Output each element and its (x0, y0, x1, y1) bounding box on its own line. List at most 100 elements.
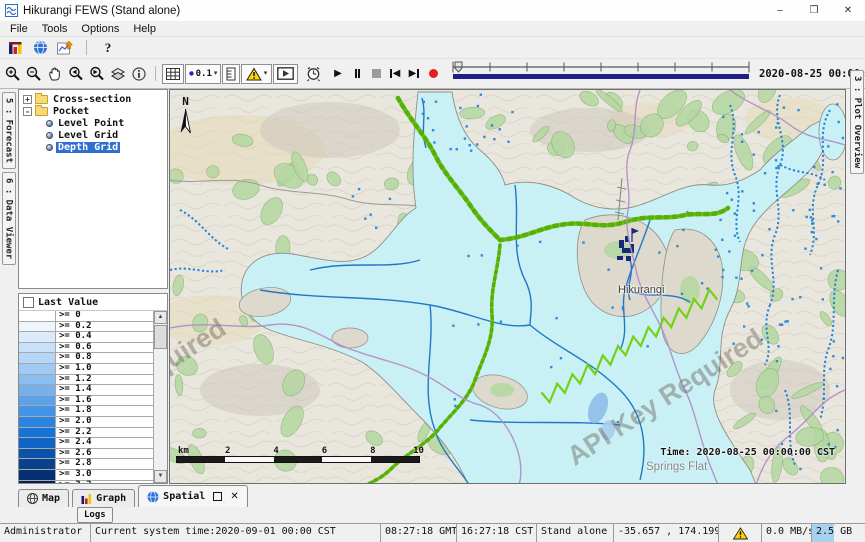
record-button[interactable] (424, 65, 442, 83)
scroll-up-icon[interactable]: ▲ (154, 311, 167, 324)
maximize-button[interactable]: ❐ (797, 0, 831, 21)
menu-item[interactable]: Help (126, 22, 163, 36)
scroll-down-icon[interactable]: ▼ (154, 470, 167, 483)
tree-item-label[interactable]: Pocket (51, 106, 91, 117)
grid-cell-dot (370, 213, 372, 215)
close-pane-icon[interactable]: ✕ (230, 492, 238, 502)
timeseries-dialog-button[interactable] (56, 39, 74, 57)
step-back-button[interactable]: ◀ (386, 65, 404, 83)
grid-cell-dot (560, 357, 562, 359)
legend-row[interactable]: >= 2.0 (19, 417, 153, 428)
grid-cell-dot (824, 184, 826, 186)
last-value-checkbox[interactable] (23, 297, 34, 308)
legend-color-swatch (19, 332, 56, 342)
grid-cell-dot (741, 190, 743, 192)
grid-cell-dot (799, 468, 801, 470)
legend-color-swatch (19, 428, 56, 438)
animation-dialog-button[interactable] (273, 64, 298, 84)
grid-cell-dot (459, 107, 461, 109)
grid-cell-dot (815, 238, 817, 240)
help-button[interactable]: ? (99, 39, 117, 57)
info-button[interactable] (129, 64, 149, 84)
node-bullet-icon (46, 120, 53, 127)
float-pane-icon[interactable] (213, 492, 222, 501)
play-button[interactable]: ▶ (329, 65, 347, 83)
grid-cell-dot (735, 277, 737, 279)
legend-row[interactable]: >= 3.2 (19, 481, 153, 484)
menu-bar: FileToolsOptionsHelp (0, 21, 865, 36)
grid-cell-dot (721, 276, 723, 278)
stop-button[interactable] (367, 65, 385, 83)
zoom-next-button[interactable] (87, 64, 107, 84)
grid-cell-dot (761, 339, 763, 341)
layers-button[interactable] (108, 64, 128, 84)
pause-icon (355, 69, 357, 78)
grid-cell-dot (555, 317, 557, 319)
legend-row[interactable]: >= 3.0 (19, 470, 153, 481)
status-warning-cell[interactable] (718, 524, 761, 542)
tree-item[interactable]: - Pocket (19, 105, 167, 117)
timeline-slider[interactable] (449, 60, 753, 87)
grid-cell-dot (456, 148, 458, 150)
tab-spatial[interactable]: Spatial ✕ (138, 485, 248, 507)
scroll-thumb[interactable] (154, 325, 167, 349)
tree-item[interactable]: Level Point (19, 117, 167, 129)
legend-row-label: >= 1.8 (56, 406, 92, 416)
tree-item[interactable]: + Cross-section (19, 93, 167, 105)
tree-expander-icon[interactable]: - (23, 107, 32, 116)
tree-item[interactable]: Depth Grid (19, 141, 167, 153)
map-globe-button[interactable] (31, 39, 49, 57)
profile-ruler-button[interactable] (222, 64, 240, 84)
database-viewer-button[interactable] (6, 39, 24, 57)
tree-item-label[interactable]: Cross-section (51, 94, 133, 105)
grid-cell-dot (433, 141, 435, 143)
dock-tab[interactable]: 5 : Forecast (2, 92, 16, 169)
grid-cell-dot (507, 141, 509, 143)
close-button[interactable]: ✕ (831, 0, 865, 21)
app-window: Hikurangi FEWS (Stand alone) – ❐ ✕ FileT… (0, 0, 865, 542)
grid-cell-dot (733, 343, 735, 345)
zoom-in-button[interactable] (3, 64, 23, 84)
menu-item[interactable]: Options (74, 22, 126, 36)
scale-segments (176, 456, 420, 463)
legend-row[interactable]: >= 0 (19, 311, 153, 322)
node-bullet-icon (46, 132, 53, 139)
time-settings-button[interactable] (303, 64, 323, 84)
minimize-button[interactable]: – (763, 0, 797, 21)
warning-triangle-icon (246, 67, 262, 81)
spatial-map-view[interactable]: API Key Required API Key Required N Hiku… (169, 89, 846, 484)
class-dot-icon (189, 71, 194, 76)
tree-item[interactable]: Level Grid (19, 129, 167, 141)
tree-item-label[interactable]: Level Point (56, 118, 126, 129)
basemap-canvas[interactable] (170, 90, 845, 484)
zoom-out-button[interactable] (24, 64, 44, 84)
dock-tab[interactable]: 3 : Plot Overview (850, 70, 864, 174)
tab-graph[interactable]: Graph (72, 489, 135, 507)
logs-button[interactable]: Logs (77, 507, 113, 523)
legend-scrollbar[interactable]: ▲ ▼ (154, 311, 167, 483)
legend-row-label: >= 1.2 (56, 375, 92, 385)
grid-cell-dot (838, 121, 840, 123)
menu-item[interactable]: File (3, 22, 35, 36)
thresholds-dropdown[interactable]: ▾ (241, 64, 272, 84)
tree-expander-icon[interactable]: + (23, 95, 32, 104)
grid-cell-dot (500, 321, 502, 323)
grid-display-button[interactable] (162, 64, 184, 84)
pause-button[interactable] (348, 65, 366, 83)
grid-cell-dot (722, 116, 724, 118)
dock-tab[interactable]: 6 : Data Viewer (2, 172, 16, 265)
grid-cell-dot (833, 215, 835, 217)
tree-item-label[interactable]: Depth Grid (56, 142, 120, 153)
menu-item[interactable]: Tools (35, 22, 75, 36)
legend-color-swatch (19, 481, 56, 484)
legend-row[interactable]: >= 1.0 (19, 364, 153, 375)
pan-hand-button[interactable] (45, 64, 65, 84)
grid-cell-dot (783, 106, 785, 108)
grid-cell-dot (820, 267, 822, 269)
step-forward-button[interactable]: ▶ (405, 65, 423, 83)
legend-row-label: >= 3.0 (56, 470, 92, 480)
tree-item-label[interactable]: Level Grid (56, 130, 120, 141)
tab-map[interactable]: Map (18, 489, 69, 507)
zoom-previous-button[interactable] (66, 64, 86, 84)
classification-dropdown[interactable]: 0.1 ▾ (185, 64, 221, 84)
